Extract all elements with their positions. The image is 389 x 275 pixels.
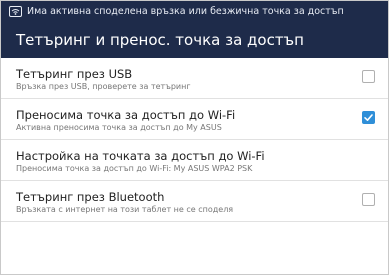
status-bar: Има активна споделена връзка или безжичн…: [1, 1, 388, 22]
setting-bluetooth-tethering[interactable]: Тетъринг през Bluetooth Връзката с интер…: [1, 181, 388, 222]
setting-summary: Преносима точка за достъп до Wi-Fi: My A…: [16, 164, 253, 173]
setting-title: Настройка на точката за достъп до Wi-Fi: [16, 149, 265, 163]
setting-summary: Връзка през USB, проверете за тетъринг: [16, 82, 191, 91]
checkmark-icon: [364, 114, 373, 121]
portable-hotspot-checkbox[interactable]: [362, 111, 375, 124]
settings-list: Тетъринг през USB Връзка през USB, прове…: [1, 58, 388, 222]
setting-title: Тетъринг през USB: [16, 67, 133, 81]
action-bar: Тетъринг и пренос. точка за достъп: [1, 22, 388, 58]
page-title: Тетъринг и пренос. точка за достъп: [16, 31, 304, 49]
setting-summary: Активна преносима точка за достъп до My …: [16, 123, 222, 132]
setting-hotspot-configuration[interactable]: Настройка на точката за достъп до Wi-Fi …: [1, 140, 388, 181]
setting-portable-hotspot[interactable]: Преносима точка за достъп до Wi-Fi Актив…: [1, 99, 388, 140]
setting-title: Тетъринг през Bluetooth: [16, 190, 165, 204]
bluetooth-tethering-checkbox[interactable]: [362, 193, 375, 206]
setting-summary: Връзката с интернет на този таблет не се…: [16, 205, 234, 214]
status-notification-text: Има активна споделена връзка или безжичн…: [27, 6, 344, 17]
wifi-icon: [8, 6, 22, 18]
tethering-settings-screen: Има активна споделена връзка или безжичн…: [0, 0, 389, 275]
setting-usb-tethering[interactable]: Тетъринг през USB Връзка през USB, прове…: [1, 58, 388, 99]
setting-title: Преносима точка за достъп до Wi-Fi: [16, 108, 236, 122]
usb-tethering-checkbox[interactable]: [362, 70, 375, 83]
